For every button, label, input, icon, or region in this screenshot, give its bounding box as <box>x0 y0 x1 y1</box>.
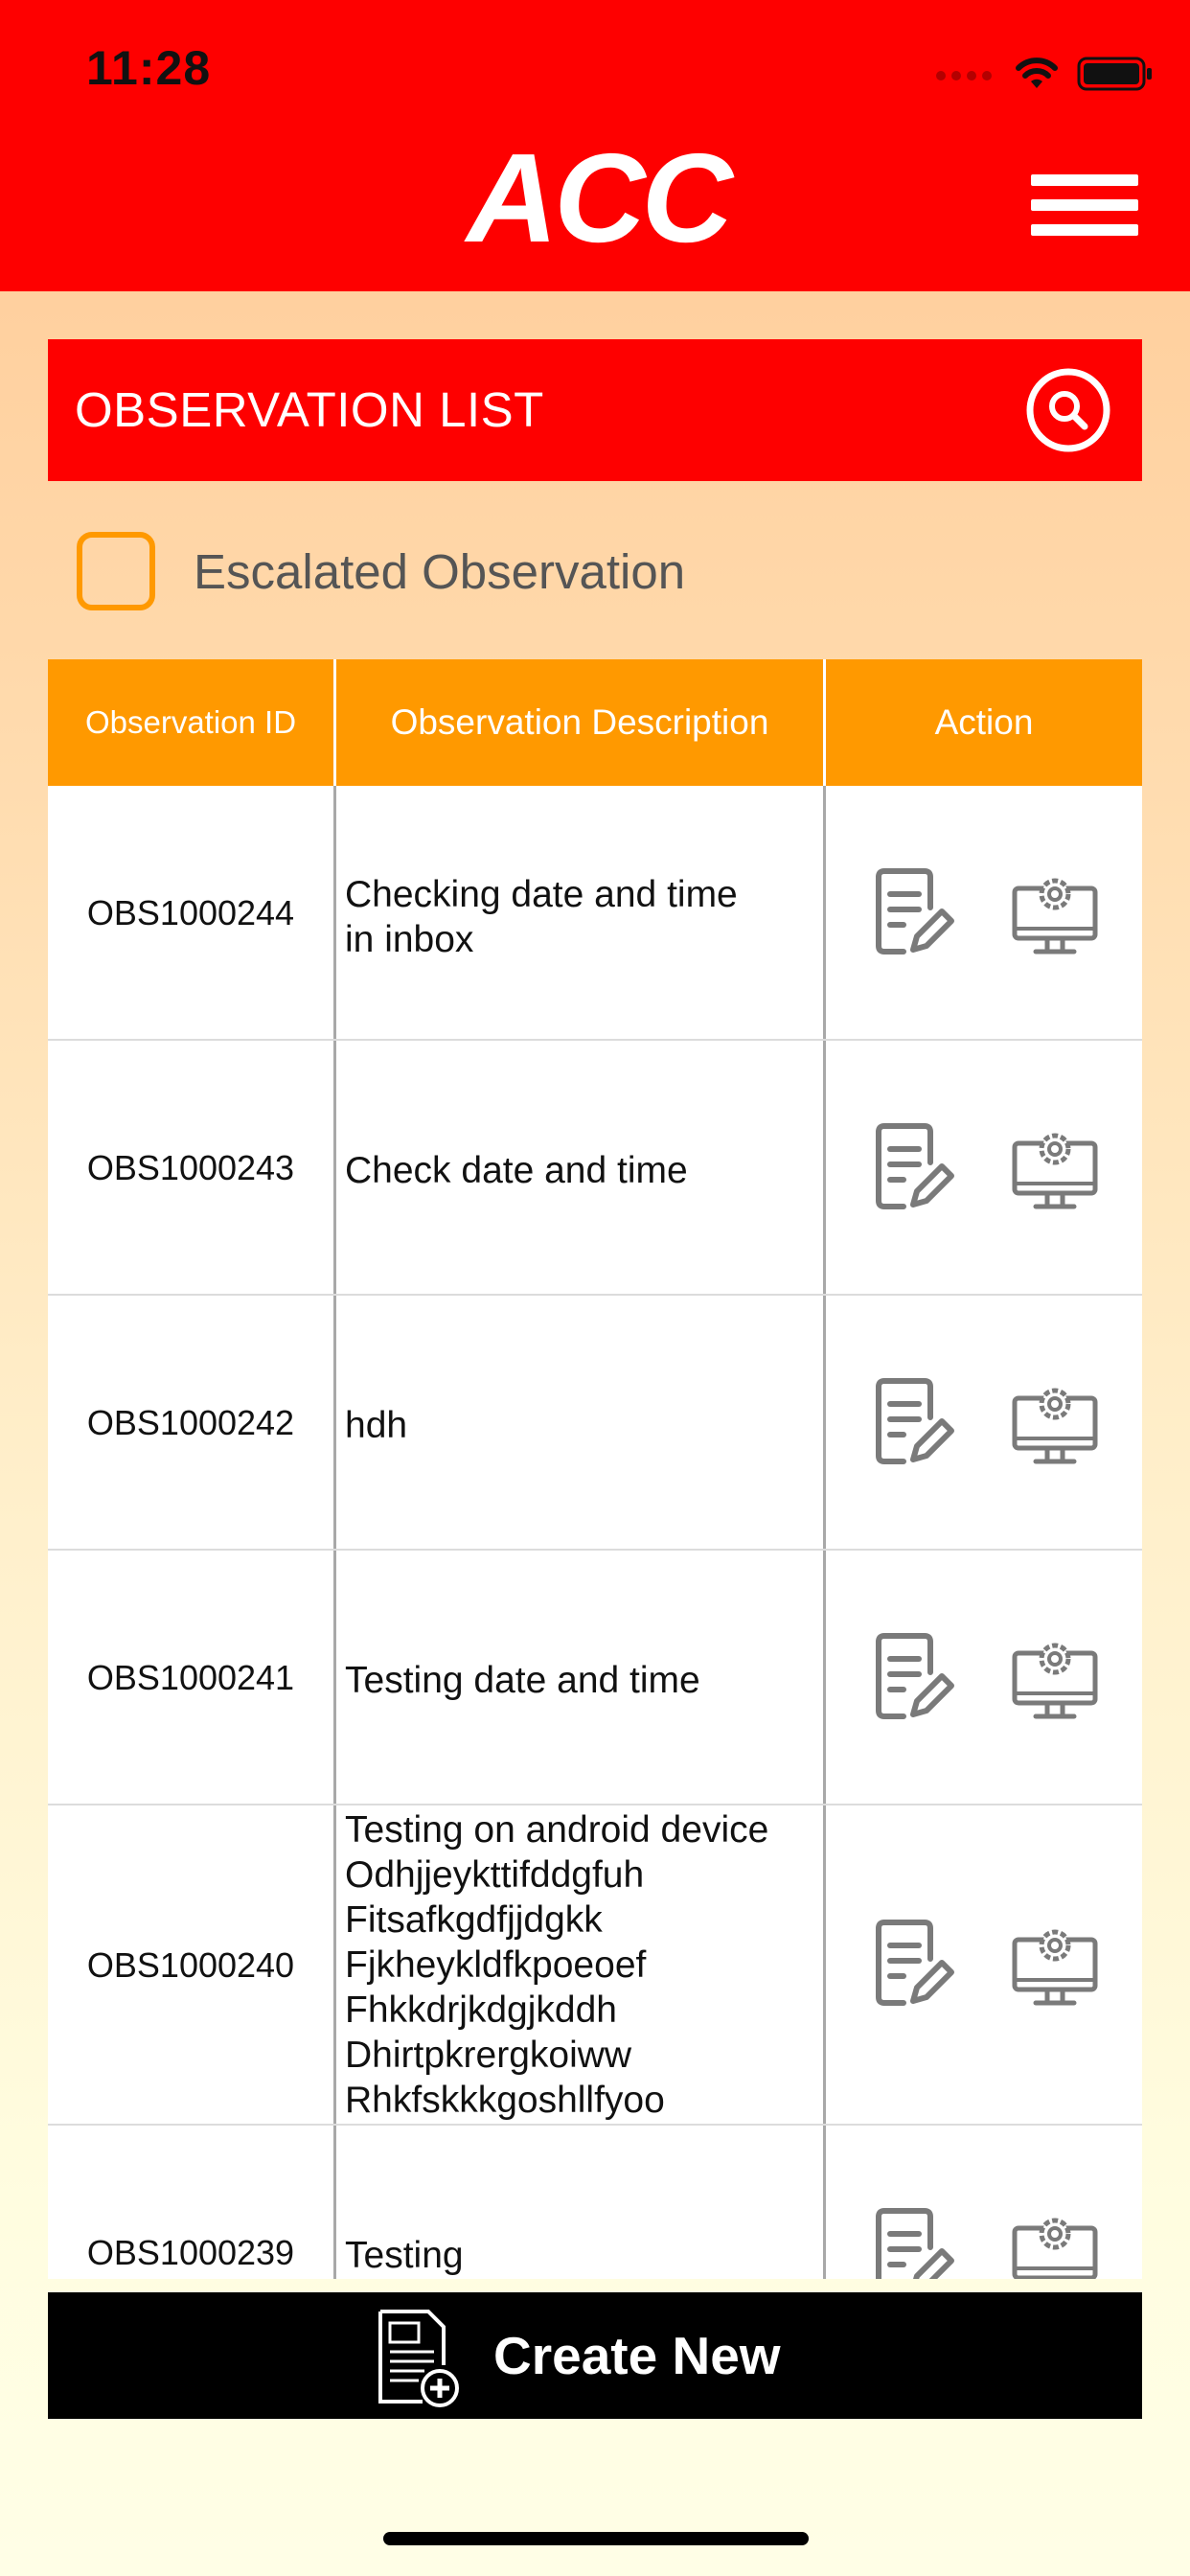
table-row[interactable]: OBS1000240 Testing on android device Odh… <box>48 1806 1142 2126</box>
new-document-icon <box>378 2310 459 2407</box>
app-header: 11:28 ACC <box>0 0 1190 291</box>
observation-id: OBS1000240 <box>86 1945 295 1985</box>
observation-id: OBS1000239 <box>86 2233 295 2272</box>
wifi-icon <box>1016 58 1058 88</box>
table-row[interactable]: OBS1000243 Check date and time <box>48 1041 1142 1296</box>
monitor-settings-icon[interactable] <box>1009 1122 1101 1214</box>
edit-document-icon[interactable] <box>865 1377 957 1469</box>
home-indicator[interactable] <box>383 2532 809 2545</box>
observation-id: OBS1000243 <box>86 1148 295 1187</box>
observation-id: OBS1000242 <box>86 1403 295 1442</box>
column-header-description: Observation Description <box>390 702 769 742</box>
table-row[interactable]: OBS1000242 hdh <box>48 1296 1142 1551</box>
battery-icon <box>1077 57 1152 91</box>
status-time: 11:28 <box>86 41 212 95</box>
observation-description: hdh <box>345 1405 408 1446</box>
edit-document-icon[interactable] <box>865 1919 957 2011</box>
hamburger-menu-icon[interactable] <box>1031 174 1138 236</box>
escalated-checkbox[interactable] <box>77 532 155 610</box>
edit-document-icon[interactable] <box>865 1632 957 1724</box>
monitor-settings-icon[interactable] <box>1009 1919 1101 2011</box>
observation-description: Testing on android device Odhjjeykttifdd… <box>345 1809 769 2121</box>
search-icon[interactable] <box>1025 367 1111 453</box>
observation-list-bar: OBSERVATION LIST <box>48 339 1142 481</box>
status-icons <box>935 50 1154 98</box>
monitor-settings-icon[interactable] <box>1009 2207 1101 2279</box>
observation-description: Check date and time <box>345 1150 688 1191</box>
observation-id: OBS1000244 <box>86 893 295 932</box>
escalated-label: Escalated Observation <box>194 543 686 599</box>
table-row[interactable]: OBS1000244 Checking date and time in inbo… <box>48 786 1142 1041</box>
svg-text:ACC: ACC <box>464 134 735 259</box>
column-header-id: Observation ID <box>84 704 297 740</box>
edit-document-icon[interactable] <box>865 867 957 959</box>
create-new-button[interactable]: Create New <box>48 2292 1142 2419</box>
escalated-filter[interactable]: Escalated Observation <box>77 527 685 615</box>
table-header: Observation ID Observation Description A… <box>48 659 1142 786</box>
create-new-label: Create New <box>493 2326 781 2385</box>
monitor-settings-icon[interactable] <box>1009 867 1101 959</box>
table-row[interactable]: OBS1000239 Testing <box>48 2126 1142 2279</box>
column-header-action: Action <box>934 702 1034 742</box>
edit-document-icon[interactable] <box>865 1122 957 1214</box>
page-title: OBSERVATION LIST <box>75 382 544 437</box>
table-row[interactable]: OBS1000241 Testing date and time <box>48 1551 1142 1806</box>
observation-table: Observation ID Observation Description A… <box>48 659 1142 2279</box>
monitor-settings-icon[interactable] <box>1009 1377 1101 1469</box>
observation-id: OBS1000241 <box>86 1658 295 1697</box>
observation-description: Testing date and time <box>345 1660 700 1701</box>
observation-description: Testing <box>345 2235 464 2276</box>
acc-logo: ACC <box>464 134 739 259</box>
monitor-settings-icon[interactable] <box>1009 1632 1101 1724</box>
signal-icon <box>936 71 992 80</box>
observation-description: Checking date and time in inbox <box>345 874 738 960</box>
table-body: OBS1000244 Checking date and time in inbo… <box>48 786 1142 2279</box>
edit-document-icon[interactable] <box>865 2207 957 2279</box>
